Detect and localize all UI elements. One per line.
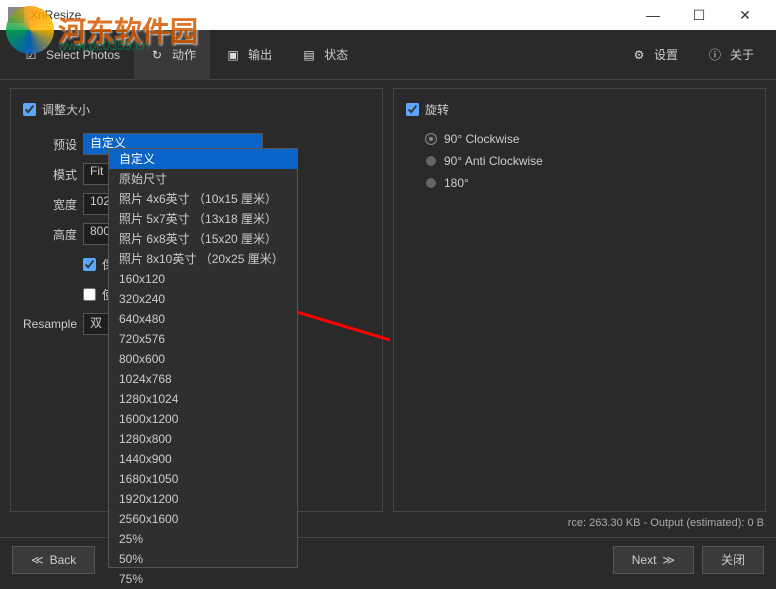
rotate-cw-label: 90° Clockwise xyxy=(444,132,520,146)
rotate-cw-radio[interactable]: 90° Clockwise xyxy=(406,132,753,146)
preset-option[interactable]: 1440x900 xyxy=(109,449,297,469)
clipboard-icon: ▤ xyxy=(300,46,318,64)
preset-option[interactable]: 自定义 xyxy=(109,149,297,169)
back-button[interactable]: ≪ Back xyxy=(12,546,95,574)
preset-option[interactable]: 照片 6x8英寸 （15x20 厘米） xyxy=(109,229,297,249)
tab-label: 状态 xyxy=(324,46,348,63)
close-window-button[interactable]: ✕ xyxy=(722,0,768,30)
rotate-title: 旋转 xyxy=(425,101,449,118)
preset-option[interactable]: 1920x1200 xyxy=(109,489,297,509)
rotate-enable-checkbox[interactable] xyxy=(406,103,419,116)
height-label: 高度 xyxy=(23,226,83,243)
tab-output[interactable]: ▣ 输出 xyxy=(210,30,286,80)
radio-icon xyxy=(426,134,436,144)
preset-option[interactable]: 照片 5x7英寸 （13x18 厘米） xyxy=(109,209,297,229)
preset-option[interactable]: 照片 4x6英寸 （10x15 厘米） xyxy=(109,189,297,209)
gear-icon: ⚙ xyxy=(630,46,648,64)
tab-action[interactable]: ↻ 动作 xyxy=(134,30,210,80)
maximize-button[interactable]: ☐ xyxy=(676,0,722,30)
use-gamma-checkbox[interactable] xyxy=(83,288,96,301)
main-tabs: ☑ Select Photos ↻ 动作 ▣ 输出 ▤ 状态 ⚙ 设置 ⓘ 关于 xyxy=(0,30,776,80)
preset-option[interactable]: 1680x1050 xyxy=(109,469,297,489)
rotate-ccw-label: 90° Anti Clockwise xyxy=(444,154,543,168)
preset-option[interactable]: 1024x768 xyxy=(109,369,297,389)
preset-option[interactable]: 640x480 xyxy=(109,309,297,329)
tab-label: Select Photos xyxy=(46,48,120,62)
mode-label: 模式 xyxy=(23,166,83,183)
minimize-button[interactable]: — xyxy=(630,0,676,30)
tab-about[interactable]: ⓘ 关于 xyxy=(692,30,768,80)
resize-title: 调整大小 xyxy=(42,101,90,118)
preset-option[interactable]: 160x120 xyxy=(109,269,297,289)
preset-option[interactable]: 1280x800 xyxy=(109,429,297,449)
tab-select-photos[interactable]: ☑ Select Photos xyxy=(8,30,134,80)
preset-option[interactable]: 25% xyxy=(109,529,297,549)
chevron-right-icon: ≫ xyxy=(662,553,675,567)
close-button[interactable]: 关闭 xyxy=(702,546,764,574)
window-title: XnResize xyxy=(30,8,630,22)
app-icon xyxy=(8,7,24,23)
preset-option[interactable]: 原始尺寸 xyxy=(109,169,297,189)
radio-icon xyxy=(426,178,436,188)
preset-label: 预设 xyxy=(23,136,83,153)
export-icon: ▣ xyxy=(224,46,242,64)
preset-option[interactable]: 50% xyxy=(109,549,297,569)
keep-ratio-checkbox[interactable] xyxy=(83,258,96,271)
tab-status[interactable]: ▤ 状态 xyxy=(286,30,362,80)
preset-option[interactable]: 1600x1200 xyxy=(109,409,297,429)
next-button[interactable]: Next ≫ xyxy=(613,546,694,574)
back-label: Back xyxy=(50,553,77,567)
preset-option[interactable]: 720x576 xyxy=(109,329,297,349)
preset-option[interactable]: 照片 8x10英寸 （20x25 厘米） xyxy=(109,249,297,269)
chevron-left-icon: ≪ xyxy=(31,553,44,567)
tab-label: 设置 xyxy=(654,46,678,63)
rotate-180-label: 180° xyxy=(444,176,469,190)
resample-label: Resample xyxy=(23,317,83,331)
close-label: 关闭 xyxy=(721,551,745,568)
preset-option[interactable]: 800x600 xyxy=(109,349,297,369)
preset-option[interactable]: 320x240 xyxy=(109,289,297,309)
rotate-ccw-radio[interactable]: 90° Anti Clockwise xyxy=(406,154,753,168)
width-label: 宽度 xyxy=(23,196,83,213)
preset-option[interactable]: 1280x1024 xyxy=(109,389,297,409)
resize-enable-checkbox[interactable] xyxy=(23,103,36,116)
preset-option[interactable]: 2560x1600 xyxy=(109,509,297,529)
radio-icon xyxy=(426,156,436,166)
info-icon: ⓘ xyxy=(706,46,724,64)
refresh-icon: ↻ xyxy=(148,46,166,64)
tab-label: 输出 xyxy=(248,46,272,63)
preset-dropdown[interactable]: 自定义原始尺寸照片 4x6英寸 （10x15 厘米）照片 5x7英寸 （13x1… xyxy=(108,148,298,568)
tab-label: 动作 xyxy=(172,46,196,63)
tab-settings[interactable]: ⚙ 设置 xyxy=(616,30,692,80)
preset-option[interactable]: 75% xyxy=(109,569,297,589)
tab-label: 关于 xyxy=(730,46,754,63)
checkbox-icon: ☑ xyxy=(22,46,40,64)
rotate-panel: 旋转 90° Clockwise 90° Anti Clockwise 180° xyxy=(393,88,766,512)
rotate-180-radio[interactable]: 180° xyxy=(406,176,753,190)
next-label: Next xyxy=(632,553,657,567)
